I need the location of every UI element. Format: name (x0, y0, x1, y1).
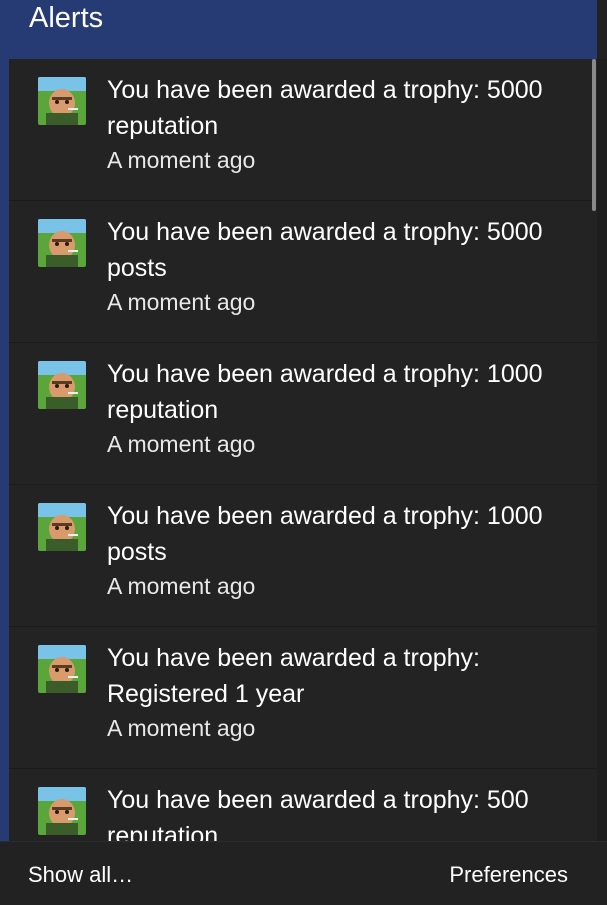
preferences-link[interactable]: Preferences (449, 861, 568, 889)
alert-message: You have been awarded a trophy: Register… (107, 644, 480, 708)
alert-message: You have been awarded a trophy: 1000 rep… (107, 360, 543, 424)
alert-message: You have been awarded a trophy: 500 repu… (107, 786, 529, 841)
alert-time: A moment ago (107, 289, 256, 315)
alert-item[interactable]: You have been awarded a trophy: 5000 pos… (9, 201, 597, 343)
alert-time: A moment ago (107, 573, 256, 599)
alert-item[interactable]: You have been awarded a trophy: 1000 rep… (9, 343, 597, 485)
alert-message: You have been awarded a trophy: 5000 rep… (107, 76, 543, 140)
user-avatar-icon[interactable] (38, 219, 86, 267)
alert-time: A moment ago (107, 147, 256, 173)
alert-time: A moment ago (107, 431, 256, 457)
user-avatar-icon[interactable] (38, 361, 86, 409)
alert-item[interactable]: You have been awarded a trophy: 500 repu… (9, 769, 597, 841)
alert-item[interactable]: You have been awarded a trophy: 1000 pos… (9, 485, 597, 627)
scroll-track (597, 59, 607, 841)
alerts-footer: Show all… Preferences (0, 841, 607, 905)
alert-message: You have been awarded a trophy: 1000 pos… (107, 502, 543, 566)
alert-message: You have been awarded a trophy: 5000 pos… (107, 218, 543, 282)
left-accent-bar (0, 59, 9, 841)
alert-item[interactable]: You have been awarded a trophy: Register… (9, 627, 597, 769)
user-avatar-icon[interactable] (38, 503, 86, 551)
user-avatar-icon[interactable] (38, 645, 86, 693)
alert-item[interactable]: You have been awarded a trophy: 5000 rep… (9, 59, 597, 201)
scrollbar-thumb[interactable] (592, 59, 596, 211)
alert-time: A moment ago (107, 715, 256, 741)
user-avatar-icon[interactable] (38, 787, 86, 835)
show-all-link[interactable]: Show all… (28, 861, 133, 889)
alerts-list: You have been awarded a trophy: 5000 rep… (9, 59, 597, 841)
alerts-header: Alerts (0, 0, 597, 59)
alerts-title: Alerts (29, 2, 104, 34)
user-avatar-icon[interactable] (38, 77, 86, 125)
